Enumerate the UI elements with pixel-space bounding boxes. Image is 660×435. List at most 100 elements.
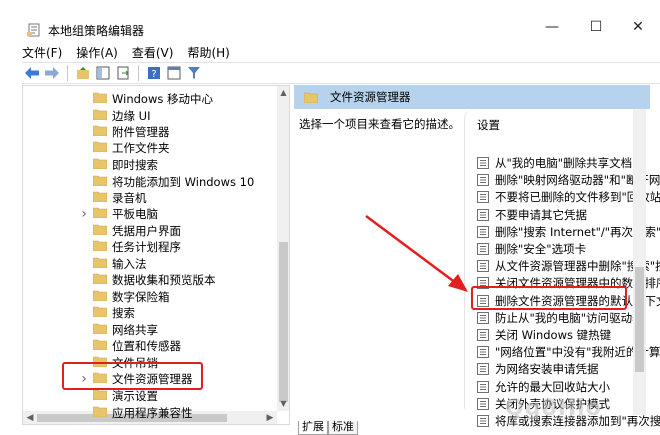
setting-item[interactable]: 不要申请其它凭据 xyxy=(477,207,587,223)
folder-up-icon xyxy=(77,67,89,79)
tree-item-label: Windows 移动中心 xyxy=(112,91,213,106)
watermark: Qg8Hio xyxy=(505,396,602,421)
settings-column-header[interactable]: 设置 xyxy=(477,117,500,133)
setting-item[interactable]: 防止从"我的电脑"访问驱动器 xyxy=(477,310,644,326)
tree-item-label: 搜索 xyxy=(112,305,135,320)
tree-item-label: 位置和传感器 xyxy=(112,338,181,353)
tree-item-label: 即时搜索 xyxy=(112,157,158,172)
details-header: 文件资源管理器 xyxy=(294,85,650,109)
minimize-icon: — xyxy=(545,19,559,35)
folder-icon xyxy=(93,323,107,334)
tree-item[interactable]: 即时搜索 xyxy=(23,156,273,173)
tree-item[interactable]: 输入法 xyxy=(23,255,273,272)
highlight-box-setting xyxy=(471,286,627,310)
maximize-icon: ☐ xyxy=(589,19,603,35)
back-arrow-icon xyxy=(25,67,39,79)
menu-view[interactable]: 查看(V) xyxy=(132,42,174,62)
tree-item[interactable]: 边缘 UI xyxy=(23,107,273,124)
tree-scroll-thumb[interactable] xyxy=(279,242,288,402)
policy-editor-app-icon xyxy=(27,23,40,37)
folder-icon xyxy=(93,339,107,350)
close-button[interactable]: ✕ xyxy=(618,14,658,40)
tree-item-label: 数据收集和预览版本 xyxy=(112,272,216,287)
tree-item[interactable]: 录音机 xyxy=(23,189,273,206)
setting-item[interactable]: 关闭 Windows 键热键 xyxy=(477,327,611,343)
tree-item[interactable]: 数字保险箱 xyxy=(23,288,273,305)
forward-arrow-icon xyxy=(45,67,59,79)
tree-item-label: 边缘 UI xyxy=(112,108,151,123)
forward-button[interactable] xyxy=(44,65,60,81)
tree-item[interactable]: 应用程序兼容性 xyxy=(23,404,273,421)
setting-label: 删除"安全"选项卡 xyxy=(495,242,587,256)
close-icon: ✕ xyxy=(632,19,644,35)
folder-icon xyxy=(93,224,107,235)
tree-item[interactable]: 工作文件夹 xyxy=(23,139,273,156)
filter-button[interactable] xyxy=(186,65,202,81)
setting-item[interactable]: 从"我的电脑"删除共享文档 xyxy=(477,155,632,171)
show-hide-tree-button[interactable] xyxy=(95,65,111,81)
tree-item-label: 凭据用户界面 xyxy=(112,223,181,238)
setting-item[interactable]: 为网络安装申请凭据 xyxy=(477,361,599,377)
tab-extended[interactable]: 扩展 xyxy=(298,421,328,435)
tree-item-label: 输入法 xyxy=(112,256,147,271)
setting-item[interactable]: 允许的最大回收站大小 xyxy=(477,379,610,395)
scroll-down-arrow-icon[interactable]: ▼ xyxy=(277,397,289,410)
folder-icon xyxy=(93,141,107,152)
tree-item[interactable]: 网络共享 xyxy=(23,321,273,338)
tree-item[interactable]: 任务计划程序 xyxy=(23,238,273,255)
folder-icon xyxy=(93,240,107,251)
tree-vertical-scrollbar[interactable]: ▲ ▼ xyxy=(277,86,289,411)
menu-action[interactable]: 操作(A) xyxy=(76,42,118,62)
maximize-button[interactable]: ☐ xyxy=(576,14,616,40)
properties-icon xyxy=(167,66,181,80)
folder-icon xyxy=(93,191,107,202)
policy-setting-icon xyxy=(477,191,489,204)
description-text: 选择一个项目来查看它的描述。 xyxy=(299,117,460,131)
tree-item[interactable]: 位置和传感器 xyxy=(23,337,273,354)
tree-item[interactable]: 凭据用户界面 xyxy=(23,222,273,239)
up-folder-button[interactable] xyxy=(75,65,91,81)
tree-item-label: 任务计划程序 xyxy=(112,239,181,254)
policy-setting-icon xyxy=(477,397,489,410)
tree-item[interactable]: 附件管理器 xyxy=(23,123,273,140)
folder-icon xyxy=(93,273,107,284)
help-button[interactable]: ? xyxy=(146,65,162,81)
setting-label: 关闭 Windows 键热键 xyxy=(495,328,612,342)
tree-item-label: 平板电脑 xyxy=(112,206,158,221)
tree-item[interactable]: 将功能添加到 Windows 10 xyxy=(23,173,273,190)
tree-item[interactable]: Windows 移动中心 xyxy=(23,90,273,107)
folder-icon xyxy=(93,175,107,186)
scroll-up-arrow-icon[interactable]: ▲ xyxy=(277,86,289,99)
tree-item-label: 工作文件夹 xyxy=(112,140,170,155)
tree-item[interactable]: 搜索 xyxy=(23,304,273,321)
settings-scroll-thumb[interactable] xyxy=(635,267,644,372)
setting-label: 允许的最大回收站大小 xyxy=(495,379,610,394)
menu-help[interactable]: 帮助(H) xyxy=(187,42,229,62)
annotation-arrow-icon xyxy=(365,214,468,292)
svg-text:?: ? xyxy=(151,69,156,80)
folder-icon xyxy=(93,306,107,317)
folder-icon xyxy=(93,125,107,136)
setting-item[interactable]: 删除"安全"选项卡 xyxy=(477,241,586,257)
tree-item-label: 应用程序兼容性 xyxy=(112,405,193,420)
menu-file[interactable]: 文件(F) xyxy=(22,42,62,62)
tree-item[interactable]: › 平板电脑 xyxy=(23,205,273,222)
tree-item-label: 网络共享 xyxy=(112,322,158,337)
tab-standard[interactable]: 标准 xyxy=(328,421,358,435)
folder-icon xyxy=(93,389,107,400)
tree-item[interactable]: 数据收集和预览版本 xyxy=(23,271,273,288)
folder-icon xyxy=(93,290,107,301)
folder-icon xyxy=(93,406,107,417)
policy-setting-icon xyxy=(477,157,489,169)
settings-vertical-scrollbar[interactable] xyxy=(633,109,646,415)
back-button[interactable] xyxy=(24,65,40,81)
toolbar-separator xyxy=(67,65,68,81)
policy-setting-icon xyxy=(477,380,489,393)
minimize-button[interactable]: — xyxy=(532,14,572,40)
chevron-right-icon[interactable]: › xyxy=(79,206,89,222)
export-list-icon xyxy=(117,66,129,80)
properties-button[interactable] xyxy=(166,65,182,81)
folder-icon xyxy=(93,158,107,169)
export-list-button[interactable] xyxy=(115,65,131,81)
toolbar-separator xyxy=(138,65,139,81)
